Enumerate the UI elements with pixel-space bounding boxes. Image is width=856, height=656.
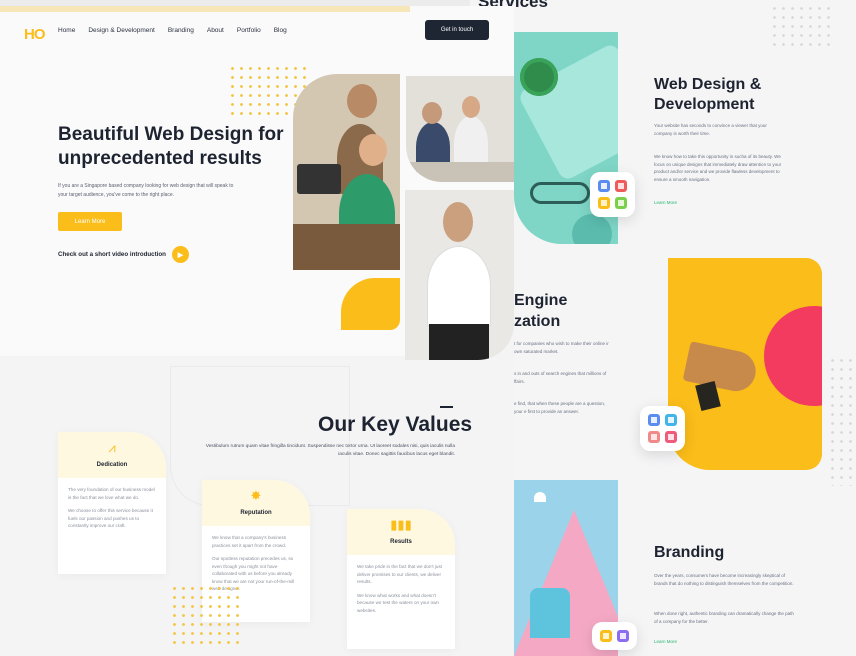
value-card-body: We take pride in the fact that we don't … [347,555,455,628]
key-values-title: Our Key Values [318,413,473,436]
branding-card [592,622,637,650]
link-icon [648,431,660,443]
value-card-label: Dedication [96,462,128,468]
nav-portfolio[interactable]: Portfolio [237,27,261,34]
chart-icon [648,414,660,426]
person-head [347,84,377,118]
bulb-icon [600,630,612,642]
web-design-text-2: We know how to take this opportunity in … [654,154,782,182]
hero-title: Beautiful Web Design for unprecedented r… [58,124,284,169]
hero-description: If you are a Singapore based company loo… [58,183,234,198]
value-card-dedication: ⩘ Dedication The very foundation of our … [58,432,166,574]
value-card-label: Results [390,539,412,545]
key-values-description: Vestibulum rutrum quam vitae fringilla t… [205,444,455,457]
meeting-photo [406,76,514,182]
analytics-card [640,406,685,451]
cup-illustration [572,214,612,244]
dot-pattern [770,4,832,52]
web-design-text-1: Your website has seconds to convince a v… [654,123,767,136]
video-intro-link[interactable]: Check out a short video introduction ▶ [58,246,189,263]
value-card-text: We take pride in the fact that we don't … [357,564,443,584]
team-photo [293,74,400,270]
plant-illustration [520,58,558,96]
get-in-touch-button[interactable]: Get in touch [425,20,489,40]
laptop-illustration [297,164,341,194]
dot-pattern [828,356,856,486]
main-nav: Home Design & Development Branding About… [58,27,287,34]
play-icon[interactable]: ▶ [171,246,189,263]
nav-design-development[interactable]: Design & Development [88,27,154,34]
design-apps-card [590,172,635,217]
desk [293,224,400,270]
table [406,162,514,182]
growth-chart-icon: ▮▮▮ [390,517,412,532]
chair-illustration [530,588,570,638]
branding-title: Branding [654,544,725,561]
seo-title: Engine zation [514,292,568,330]
learn-more-button[interactable]: Learn More [58,212,122,231]
value-card-body: The very foundation of our business mode… [58,478,166,544]
seo-text-3: e find, that when these people are a que… [514,401,606,414]
nav-about[interactable]: About [207,27,224,34]
seo-text-1: t for companies who wish to make their o… [514,341,609,354]
logo[interactable]: HO [24,26,45,43]
dot-pattern [170,584,240,648]
value-card-header: ▮▮▮ Results [347,509,455,555]
lamp-illustration [534,492,546,502]
woman-portrait-photo [405,190,514,360]
branding-learn-more-link[interactable]: Learn More [654,639,677,644]
target-icon [665,431,677,443]
nav-branding[interactable]: Branding [168,27,194,34]
value-card-label: Reputation [240,510,272,516]
video-intro-label: Check out a short video introduction [58,251,166,258]
value-card-text: The very foundation of our business mode… [68,487,155,500]
megaphone-image [668,258,822,470]
home-page: HO Home Design & Development Branding Ab… [0,6,514,656]
person-head [422,102,442,124]
value-card-text: We choose to offer this service because … [68,508,153,528]
clock-icon [665,414,677,426]
web-design-title: Web Design & Development [654,76,762,113]
value-card-text: We know what works and what doesn't beca… [357,592,439,613]
app-icon [615,197,627,209]
top-accent-strip [0,6,410,12]
value-card-header: ⩘ Dedication [58,432,166,478]
person-head [443,202,473,242]
nav-blog[interactable]: Blog [274,27,287,34]
pants [429,324,489,360]
pen-icon [617,630,629,642]
branding-text-1: Over the years, consumers have become in… [654,573,794,586]
branding-text-2: When done right, authentic branding can … [654,611,794,624]
person-head [462,96,480,118]
pulse-icon: ⩘ [108,440,116,455]
value-card-header: ✸ Reputation [202,480,310,526]
app-icon [615,180,627,192]
person-head [359,134,387,166]
badge-icon: ✸ [250,488,262,503]
nav-home[interactable]: Home [58,27,75,34]
seo-text-2: s in and outs of search engines that mil… [514,371,607,384]
glasses-illustration [530,182,590,204]
value-card-results: ▮▮▮ Results We take pride in the fact th… [347,509,455,649]
app-icon [598,180,610,192]
pink-circle [764,306,822,406]
title-rule [440,406,453,408]
web-design-learn-more-link[interactable]: Learn More [654,200,677,205]
value-card-text: We know that a company's business practi… [212,535,287,548]
person-figure [427,246,491,326]
app-icon [598,197,610,209]
megaphone-icon [682,341,760,395]
